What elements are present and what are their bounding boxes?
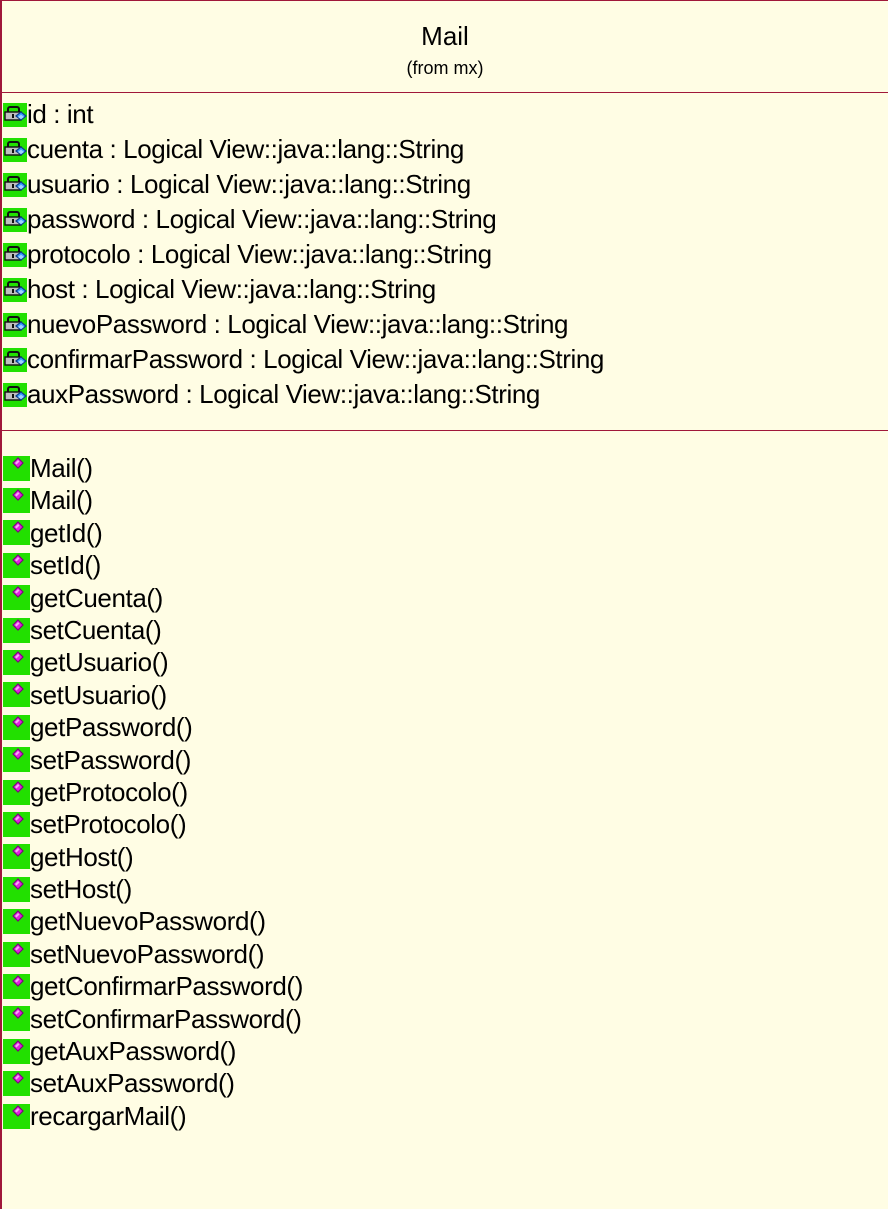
public-operation-icon [3,617,30,643]
operation-row: setProtocolo() [2,808,888,840]
operation-label: setHost() [30,874,132,905]
private-attribute-lock-icon [3,242,27,267]
public-operation-icon [3,1103,30,1129]
attribute-label: cuenta : Logical View::java::lang::Strin… [27,134,464,164]
operation-label: setProtocolo() [30,809,187,840]
public-operation-icon [3,1071,30,1097]
operation-label: getNuevoPassword() [30,906,266,937]
operation-label: setNuevoPassword() [30,938,265,969]
operation-row: getHost() [2,841,888,873]
private-attribute-lock-icon [3,207,27,232]
public-operation-icon [3,650,30,676]
attribute-row: host : Logical View::java::lang::String [2,272,888,307]
public-operation-icon [3,520,30,546]
operation-row: getProtocolo() [2,776,888,808]
class-package-note: (from mx) [406,58,484,78]
attribute-label: password : Logical View::java::lang::Str… [27,204,497,234]
private-attribute-lock-icon [3,312,27,337]
operation-row: setId() [2,549,888,581]
operation-label: getHost() [30,841,134,872]
public-operation-icon [3,973,30,999]
operation-label: getId() [30,517,103,548]
operation-row: getUsuario() [2,646,888,678]
operation-label: setPassword() [30,744,191,775]
private-attribute-lock-icon [3,347,27,372]
operation-row: getNuevoPassword() [2,905,888,937]
operation-row: setConfirmarPassword() [2,1003,888,1035]
public-operation-icon [3,941,30,967]
public-operation-icon [3,585,30,611]
operation-row: setAuxPassword() [2,1067,888,1099]
private-attribute-lock-icon [3,102,27,127]
attribute-row: password : Logical View::java::lang::Str… [2,202,888,237]
public-operation-icon [3,552,30,578]
operation-row: setCuenta() [2,614,888,646]
operation-row: setUsuario() [2,679,888,711]
attribute-row: protocolo : Logical View::java::lang::St… [2,237,888,272]
public-operation-icon [3,811,30,837]
operation-row: recargarMail() [2,1100,888,1132]
operation-label: getCuenta() [30,582,163,613]
operation-label: getAuxPassword() [30,1036,237,1067]
attribute-row: usuario : Logical View::java::lang::Stri… [2,167,888,202]
public-operation-icon [3,844,30,870]
public-operation-icon [3,455,30,481]
attribute-row: id : int [2,97,888,132]
operation-row: getCuenta() [2,582,888,614]
operation-row: setPassword() [2,744,888,776]
class-name: Mail [421,21,469,51]
public-operation-icon [3,876,30,902]
public-operation-icon [3,909,30,935]
attribute-label: nuevoPassword : Logical View::java::lang… [27,309,569,339]
public-operation-icon [3,682,30,708]
attribute-label: id : int [27,99,94,129]
attribute-label: host : Logical View::java::lang::String [27,274,436,304]
attribute-row: nuevoPassword : Logical View::java::lang… [2,307,888,342]
attribute-label: confirmarPassword : Logical View::java::… [27,344,604,374]
operation-label: setUsuario() [30,679,167,710]
operation-label: getUsuario() [30,647,169,678]
public-operation-icon [3,779,30,805]
attribute-label: auxPassword : Logical View::java::lang::… [27,379,540,409]
operation-row: setNuevoPassword() [2,938,888,970]
operation-label: Mail() [30,485,93,516]
private-attribute-lock-icon [3,277,27,302]
class-name-compartment: Mail (from mx) [2,1,888,93]
public-operation-icon [3,714,30,740]
operation-row: getId() [2,517,888,549]
attributes-compartment: id : intcuenta : Logical View::java::lan… [2,93,888,431]
operation-row: getAuxPassword() [2,1035,888,1067]
operation-label: setConfirmarPassword() [30,1003,302,1034]
operation-row: Mail() [2,452,888,484]
operation-label: setCuenta() [30,614,162,645]
attribute-row: confirmarPassword : Logical View::java::… [2,342,888,377]
operation-row: getConfirmarPassword() [2,970,888,1002]
operation-row: getPassword() [2,711,888,743]
operation-label: setId() [30,550,101,581]
operation-label: setAuxPassword() [30,1068,235,1099]
public-operation-icon [3,1006,30,1032]
private-attribute-lock-icon [3,137,27,162]
attribute-label: usuario : Logical View::java::lang::Stri… [27,169,471,199]
attribute-row: cuenta : Logical View::java::lang::Strin… [2,132,888,167]
operation-row: Mail() [2,484,888,516]
operation-label: getPassword() [30,712,193,743]
attribute-row: auxPassword : Logical View::java::lang::… [2,377,888,412]
public-operation-icon [3,1038,30,1064]
attribute-label: protocolo : Logical View::java::lang::St… [27,239,492,269]
private-attribute-lock-icon [3,172,27,197]
operation-label: getConfirmarPassword() [30,971,303,1002]
operations-compartment: Mail() Mail() getId() setId() getCuenta() set… [2,431,888,1132]
operation-label: Mail() [30,453,93,483]
private-attribute-lock-icon [3,382,27,407]
operation-label: getProtocolo() [30,776,188,807]
public-operation-icon [3,488,30,514]
operation-label: recargarMail() [30,1100,187,1131]
public-operation-icon [3,747,30,773]
uml-class-box: Mail (from mx) id : intcuenta : Logical … [0,0,888,1209]
operation-row: setHost() [2,873,888,905]
